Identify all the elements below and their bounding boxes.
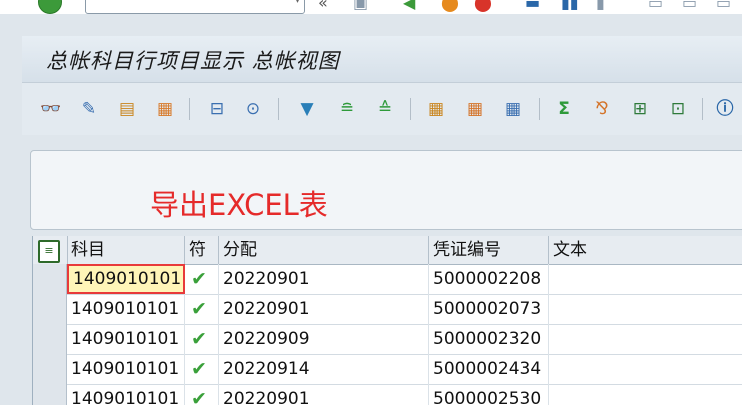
cell-assignment[interactable]: 20220914 [219,354,429,384]
application-toolbar: 👓 ✎ ▤ ▦ ⊟ ⊙ ▼ ≘ ≙ ▦ ▦ ▦ Σ ⅋ ⊞ ⊡ ⓘ [22,83,742,135]
export-annotation: 导出EXCEL表 [150,188,328,222]
table-row[interactable]: 1409010101 ✔ 20220901 5000002530 [33,384,742,405]
line-item-grid: ≡ 科目 符 分配 凭证编号 文本 1409010101 ✔ 20220901 … [32,236,742,405]
cell-assignment[interactable]: 20220909 [219,324,429,354]
table-row[interactable]: 1409010101 ✔ 20220909 5000002320 [33,324,742,355]
grid-layout-icon[interactable]: ≡ [38,240,60,263]
grid-header: ≡ 科目 符 分配 凭证编号 文本 [33,236,742,265]
back-icon[interactable]: ◀ [403,0,415,13]
column-header-account[interactable]: 科目 [67,236,185,264]
toolbar-separator [702,98,703,120]
select-layout-icon[interactable]: ▤ [114,96,140,122]
next-page-icon[interactable]: ▭ [716,0,731,13]
cell-text[interactable] [549,354,742,384]
row-selector[interactable] [33,294,67,324]
enter-icon[interactable] [38,0,62,14]
table-row[interactable]: 1409010101 ✔ 20220901 5000002208 [33,264,742,295]
header-panel [30,150,742,230]
overflow-icon[interactable]: « [318,0,328,13]
info-icon[interactable]: ⓘ [712,96,738,122]
command-field[interactable]: ▾ [85,0,305,14]
print-preview-icon[interactable]: ⊙ [240,96,266,122]
cell-doc-no[interactable]: 5000002530 [429,384,549,405]
toolbar-separator [189,98,190,120]
previous-page-icon[interactable]: ▭ [682,0,697,13]
edit-pencil-icon[interactable]: ✎ [76,96,102,122]
toolbar-separator [539,98,540,120]
display-glasses-icon[interactable]: 👓 [38,96,64,122]
cell-doc-no[interactable]: 5000002320 [429,324,549,354]
cell-assignment[interactable]: 20220901 [219,384,429,405]
system-toolbar: ▾ « ▣ ◀ ⬤ ⬤ ▬ ▮▮ ▮ ▭ ▭ ▭ [0,0,742,14]
sort-descending-icon[interactable]: ≙ [372,96,398,122]
select-layout-icon[interactable]: ▦ [462,96,488,122]
cancel-icon[interactable]: ⬤ [474,0,492,13]
cell-account[interactable]: 1409010101 [67,354,185,384]
local-file-icon[interactable]: ⊡ [665,96,691,122]
change-layout-icon[interactable]: ▦ [423,96,449,122]
cell-doc-no[interactable]: 5000002073 [429,294,549,324]
row-selector[interactable] [33,264,67,294]
cell-assignment[interactable]: 20220901 [219,294,429,324]
table-row[interactable]: 1409010101 ✔ 20220914 5000002434 [33,354,742,385]
cell-status-check-icon: ✔ [185,294,219,324]
column-header-assignment[interactable]: 分配 [219,236,429,264]
cell-account[interactable]: 1409010101 [67,384,185,405]
cell-text[interactable] [549,264,742,294]
row-selector[interactable] [33,384,67,405]
cell-text[interactable] [549,384,742,405]
save-icon[interactable]: ▣ [353,0,368,13]
cell-status-check-icon: ✔ [185,264,219,294]
subtotal-icon[interactable]: ⅋ [589,96,615,122]
cell-account[interactable]: 1409010101 [67,264,185,294]
cell-status-check-icon: ✔ [185,354,219,384]
find-icon[interactable]: ▮▮ [561,0,579,13]
cell-status-check-icon: ✔ [185,384,219,405]
toolbar-separator [278,98,279,120]
choose-detail-icon[interactable]: ⊟ [204,96,230,122]
cell-doc-no[interactable]: 5000002434 [429,354,549,384]
print-icon[interactable]: ▬ [525,0,540,13]
select-all-cell[interactable]: ≡ [33,236,68,264]
filter-icon[interactable]: ▼ [294,96,320,122]
column-header-doc-no[interactable]: 凭证编号 [429,236,549,264]
column-header-status[interactable]: 符 [185,236,219,264]
row-selector[interactable] [33,354,67,384]
table-row[interactable]: 1409010101 ✔ 20220901 5000002073 [33,294,742,325]
sum-icon[interactable]: Σ [551,96,577,122]
chevron-down-icon[interactable]: ▾ [295,0,300,6]
sort-ascending-icon[interactable]: ≘ [334,96,360,122]
cell-doc-no[interactable]: 5000002208 [429,264,549,294]
document-icon[interactable]: ▦ [152,96,178,122]
cell-text[interactable] [549,324,742,354]
first-page-icon[interactable]: ▭ [648,0,663,13]
title-bar: 总帐科目行项目显示 总帐视图 [22,36,742,83]
find-next-icon[interactable]: ▮ [596,0,605,13]
toolbar-separator [410,98,411,120]
export-icon[interactable]: ⊞ [627,96,653,122]
cell-assignment[interactable]: 20220901 [219,264,429,294]
row-selector[interactable] [33,324,67,354]
page-title: 总帐科目行项目显示 总帐视图 [46,49,340,73]
cell-status-check-icon: ✔ [185,324,219,354]
save-layout-icon[interactable]: ▦ [500,96,526,122]
cell-account[interactable]: 1409010101 [67,294,185,324]
cell-account[interactable]: 1409010101 [67,324,185,354]
exit-icon[interactable]: ⬤ [441,0,459,13]
cell-text[interactable] [549,294,742,324]
column-header-text[interactable]: 文本 [549,236,742,264]
